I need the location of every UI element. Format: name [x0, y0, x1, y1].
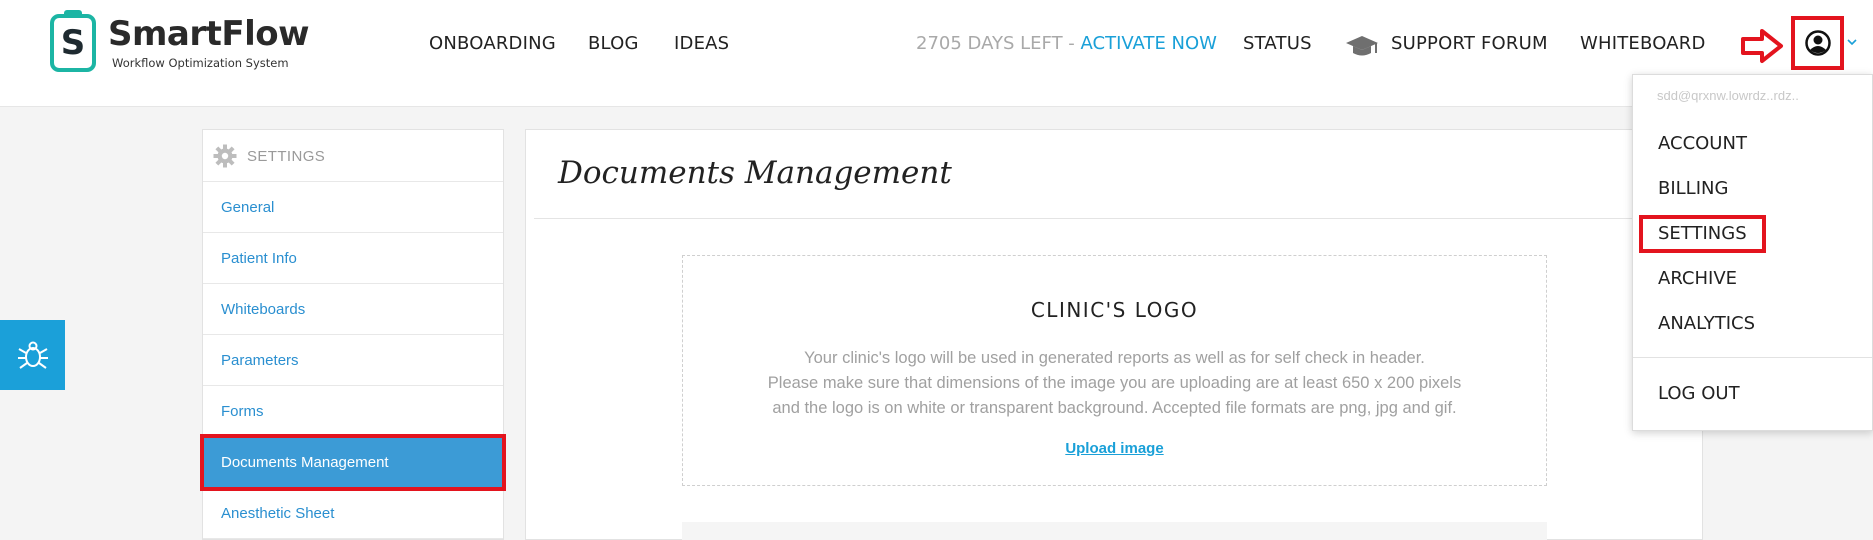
menu-item-billing[interactable]: BILLING: [1658, 178, 1728, 199]
logo-badge-icon: S: [50, 10, 96, 72]
user-avatar-icon: [1805, 30, 1831, 56]
highlight-outline-documents: [200, 434, 506, 491]
clinic-logo-section: CLINIC'S LOGO Your clinic's logo will be…: [682, 255, 1547, 486]
sidebar-item-label: Parameters: [221, 352, 299, 369]
sidebar-item-label: General: [221, 199, 275, 216]
menu-item-logout[interactable]: LOG OUT: [1658, 383, 1740, 404]
sidebar-item-forms[interactable]: Forms: [203, 386, 503, 437]
main-panel: Documents Management CLINIC'S LOGO Your …: [525, 129, 1703, 540]
highlight-outline-settings: [1639, 215, 1766, 253]
sidebar-item-anesthetic-sheet[interactable]: Anesthetic Sheet: [203, 488, 503, 539]
trial-status: 2705 DAYS LEFT - ACTIVATE NOW: [916, 33, 1217, 54]
sidebar-header: SETTINGS: [203, 130, 503, 182]
user-email: sdd@qrxnw.lowrdz..rdz..: [1657, 91, 1799, 103]
nav-status[interactable]: STATUS: [1243, 33, 1312, 54]
nav-whiteboard[interactable]: WHITEBOARD: [1580, 33, 1706, 54]
page-title: Documents Management: [558, 155, 952, 191]
menu-item-archive[interactable]: ARCHIVE: [1658, 268, 1737, 289]
description-line: Your clinic's logo will be used in gener…: [804, 349, 1425, 367]
sidebar-title: SETTINGS: [247, 148, 326, 165]
smartflow-logo[interactable]: S SmartFlow Workflow Optimization System: [50, 10, 310, 74]
graduation-cap-icon: [1346, 36, 1378, 56]
title-divider: [534, 218, 1696, 219]
sidebar-item-label: Forms: [221, 403, 264, 420]
top-header: S SmartFlow Workflow Optimization System…: [0, 0, 1873, 107]
menu-item-analytics[interactable]: ANALYTICS: [1658, 313, 1755, 334]
description-line: and the logo is on white or transparent …: [772, 399, 1457, 417]
sidebar-item-label: Whiteboards: [221, 301, 306, 318]
nav-blog[interactable]: BLOG: [588, 33, 639, 54]
sidebar-item-label: Anesthetic Sheet: [221, 505, 335, 522]
section-description: Your clinic's logo will be used in gener…: [683, 346, 1546, 421]
menu-item-account[interactable]: ACCOUNT: [1658, 133, 1747, 154]
brand-tagline: Workflow Optimization System: [112, 56, 289, 70]
nav-onboarding[interactable]: ONBOARDING: [429, 33, 556, 54]
sidebar-item-patient-info[interactable]: Patient Info: [203, 233, 503, 284]
user-menu-button[interactable]: [1791, 16, 1844, 70]
nav-support-forum[interactable]: SUPPORT FORUM: [1391, 33, 1548, 54]
activate-now-link[interactable]: ACTIVATE NOW: [1081, 33, 1217, 54]
trial-days-left: 2705 DAYS LEFT -: [916, 33, 1081, 54]
description-line: Please make sure that dimensions of the …: [767, 374, 1462, 392]
sidebar-item-label: Patient Info: [221, 250, 297, 267]
nav-ideas[interactable]: IDEAS: [674, 33, 729, 54]
sidebar-item-general[interactable]: General: [203, 182, 503, 233]
next-section: [682, 522, 1547, 540]
sidebar-item-whiteboards[interactable]: Whiteboards: [203, 284, 503, 335]
chevron-down-icon[interactable]: [1847, 38, 1857, 46]
bug-report-button[interactable]: [0, 320, 65, 390]
bug-icon: [18, 341, 48, 369]
upload-image-link[interactable]: Upload image: [683, 440, 1546, 457]
menu-divider: [1633, 357, 1872, 358]
section-title: CLINIC'S LOGO: [1030, 298, 1199, 322]
brand-name: SmartFlow: [108, 14, 310, 54]
gear-icon: [213, 144, 237, 168]
sidebar-item-parameters[interactable]: Parameters: [203, 335, 503, 386]
red-arrow-icon: [1741, 29, 1783, 63]
